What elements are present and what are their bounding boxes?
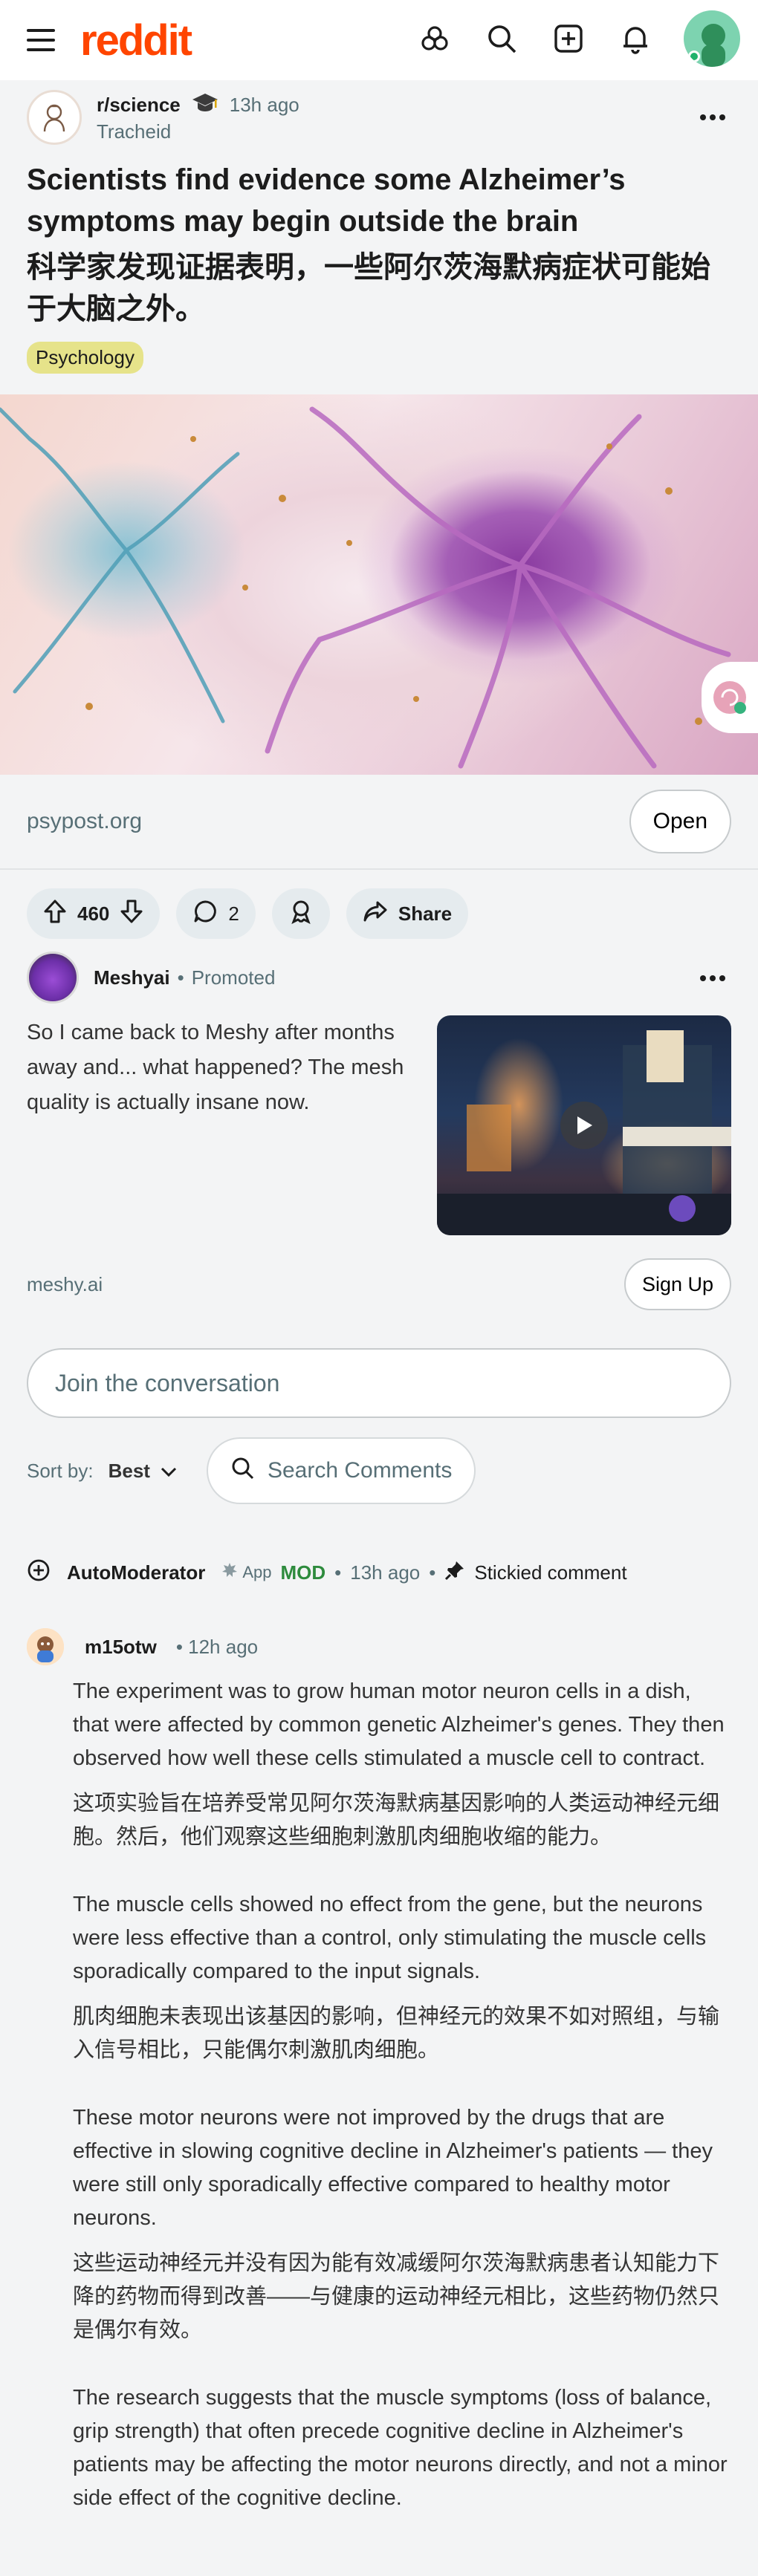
post-flair[interactable]: Psychology [27, 342, 143, 374]
app-icon [221, 1562, 238, 1583]
sort-value: Best [108, 1459, 150, 1482]
sign-up-button[interactable]: Sign Up [623, 1258, 731, 1310]
ad-separator: • [177, 966, 184, 989]
sort-dropdown[interactable]: Best [108, 1460, 177, 1483]
avatars-icon[interactable] [416, 20, 453, 57]
create-post-icon[interactable] [550, 20, 587, 57]
top-bar: reddit [0, 0, 758, 80]
post-actions: 460 2 Share [0, 870, 758, 944]
advertiser-avatar[interactable] [27, 952, 79, 1004]
search-comments-input[interactable]: Search Comments [206, 1437, 476, 1504]
comment-paragraph: These motor neurons were not improved by… [73, 2106, 713, 2230]
post-meta-text: r/science 13h ago Tracheid [97, 91, 299, 143]
chevron-down-icon [161, 1460, 177, 1483]
search-icon[interactable] [483, 20, 520, 57]
advertiser-name[interactable]: Meshyai [94, 966, 170, 989]
post-time: 13h ago [229, 94, 299, 116]
promoted-label: Promoted [191, 966, 276, 989]
ad-footer: meshy.ai Sign Up [27, 1240, 731, 1329]
add-circle-icon[interactable] [27, 1558, 51, 1587]
comment-paragraph-translation: 肌肉细胞未表现出该基因的影响，但神经元的效果不如对照组，与输入信号相比，只能偶尔… [73, 2005, 720, 2062]
online-indicator [688, 51, 700, 62]
stickied-label: Stickied comment [474, 1561, 627, 1584]
link-row: psypost.org Open [0, 775, 758, 870]
join-conversation-input[interactable]: Join the conversation [27, 1348, 731, 1418]
ad-domain[interactable]: meshy.ai [27, 1273, 103, 1296]
commenter-avatar[interactable] [27, 1628, 64, 1665]
award-button[interactable] [271, 888, 330, 939]
app-label: App [242, 1563, 272, 1581]
open-button[interactable]: Open [629, 790, 731, 853]
comment-paragraph-translation: 这项实验旨在培养受常见阿尔茨海默病基因影响的人类运动神经元细胞。然后，他们观察这… [73, 1792, 720, 1849]
share-button[interactable]: Share [346, 888, 469, 939]
ad-more-icon[interactable] [694, 963, 731, 993]
sort-label: Sort by: [27, 1459, 94, 1482]
separator: • [334, 1561, 342, 1584]
search-icon [230, 1456, 254, 1486]
app-badge: App [221, 1562, 271, 1583]
more-icon[interactable] [694, 103, 731, 132]
floating-badge-icon[interactable] [702, 662, 758, 733]
bell-icon[interactable] [617, 20, 654, 57]
sort-row: Sort by: Best Search Comments [0, 1418, 758, 1504]
menu-icon[interactable] [27, 29, 55, 51]
automod-name[interactable]: AutoModerator [67, 1561, 205, 1584]
post-title: Scientists find evidence some Alzheimer’… [27, 163, 626, 238]
graduation-cap-icon [191, 91, 219, 119]
share-icon [363, 900, 388, 928]
ad-video-thumbnail[interactable] [437, 1015, 731, 1235]
comment-paragraph: The research suggests that the muscle sy… [73, 2386, 728, 2510]
page: reddit r/science 13h ago Tracheid Scient… [0, 0, 758, 2576]
automod-comment: AutoModerator App MOD • 13h ago • Sticki… [0, 1552, 758, 1593]
post-image[interactable] [0, 394, 758, 775]
comment-icon [192, 899, 218, 929]
post: r/science 13h ago Tracheid Scientists fi… [0, 80, 758, 374]
play-icon[interactable] [560, 1102, 608, 1149]
comment-count: 2 [228, 902, 239, 925]
link-domain[interactable]: psypost.org [27, 809, 142, 834]
award-icon [288, 899, 314, 929]
top-actions [416, 10, 740, 67]
pin-icon [444, 1560, 465, 1586]
downvote-icon[interactable] [120, 899, 143, 929]
comments-button[interactable]: 2 [176, 888, 256, 939]
promoted-post: Meshyai • Promoted So I came back to Mes… [0, 944, 758, 1329]
upvote-icon[interactable] [43, 899, 67, 929]
comment: m15otw • 12h ago The experiment was to g… [0, 1626, 758, 2515]
post-meta: r/science 13h ago Tracheid [27, 80, 731, 155]
search-comments-placeholder: Search Comments [267, 1458, 453, 1483]
comment-paragraph-translation: 这些运动神经元并没有因为能有效减缓阿尔茨海默病患者认知能力下降的药物而得到改善—… [73, 2251, 720, 2342]
share-label: Share [398, 902, 453, 925]
comment-time: • 12h ago [175, 1635, 259, 1658]
ad-meta: Meshyai • Promoted [27, 944, 731, 1011]
commenter-name[interactable]: m15otw [85, 1636, 157, 1659]
subreddit-icon[interactable] [27, 90, 82, 145]
vote-count: 460 [77, 902, 110, 925]
comment-paragraph: The experiment was to grow human motor n… [73, 1679, 725, 1770]
post-title-translation: 科学家发现证据表明，一些阿尔茨海默病症状可能始于大脑之外。 [27, 251, 710, 325]
vote-pill: 460 [27, 888, 161, 939]
subreddit-name[interactable]: r/science [97, 94, 181, 117]
separator: • [429, 1561, 436, 1584]
comment-paragraph: The muscle cells showed no effect from t… [73, 1893, 707, 1983]
automod-time: 13h ago [350, 1561, 421, 1584]
comment-body: The experiment was to grow human motor n… [27, 1675, 731, 2515]
user-avatar[interactable] [684, 10, 740, 67]
post-author[interactable]: Tracheid [97, 120, 299, 143]
mod-badge: MOD [280, 1561, 326, 1584]
ad-text[interactable]: So I came back to Meshy after months awa… [27, 1015, 413, 1235]
reddit-logo[interactable]: reddit [80, 16, 192, 65]
comment-header: m15otw • 12h ago [27, 1626, 731, 1668]
ad-body: So I came back to Meshy after months awa… [27, 1015, 731, 1235]
